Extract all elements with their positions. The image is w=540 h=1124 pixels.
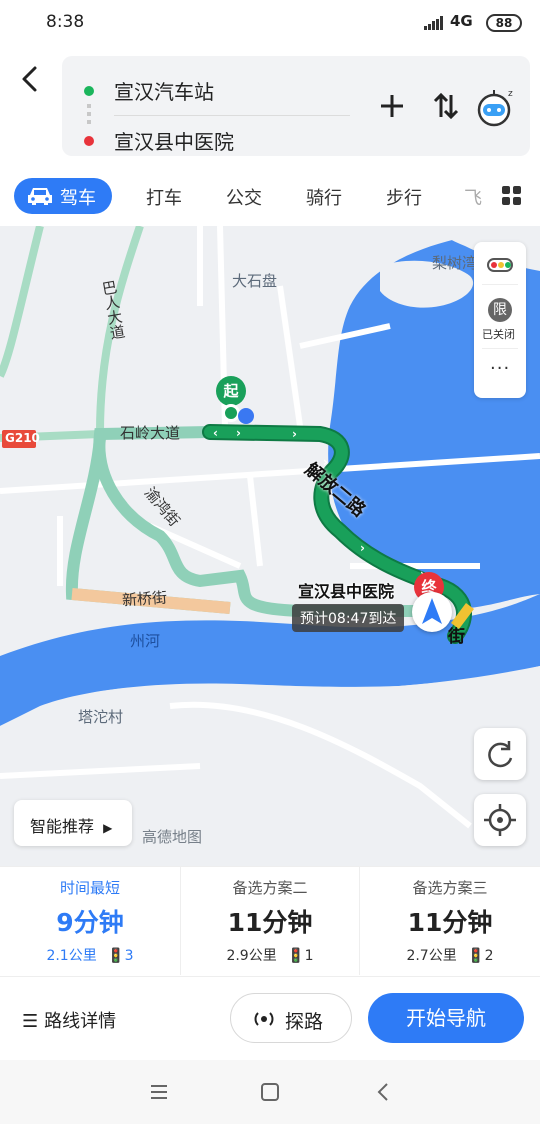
tab-drive-label: 驾车 bbox=[60, 188, 96, 209]
locate-icon bbox=[484, 804, 516, 836]
svg-text:‹: ‹ bbox=[213, 426, 218, 440]
river-label: 州河 bbox=[130, 632, 161, 650]
route-header: 宣汉汽车站 宣汉县中医院 z bbox=[0, 46, 540, 168]
route-dots bbox=[87, 104, 91, 126]
more-modes-grid-icon[interactable] bbox=[502, 186, 522, 206]
network-type: 4G bbox=[450, 12, 473, 30]
more-icon[interactable]: ··· bbox=[490, 358, 510, 379]
destination-input[interactable]: 宣汉县中医院 bbox=[114, 126, 234, 155]
svg-text:›: › bbox=[236, 426, 241, 440]
route-distance: 2.9公里 bbox=[226, 948, 277, 964]
system-nav-bar bbox=[0, 1060, 540, 1124]
route-tag: 时间最短 bbox=[59, 879, 120, 897]
highway-label: G210 bbox=[5, 431, 40, 445]
refresh-icon bbox=[488, 741, 513, 768]
road-label: 新桥街 bbox=[121, 588, 168, 610]
signal-icon bbox=[424, 16, 443, 30]
map-view[interactable]: ‹›› ››› 大石盘 梨树湾 州河 塔沱村 巴人大道 石岭大道 渝鸿街 新桥街… bbox=[0, 226, 540, 866]
route-option-2[interactable]: 备选方案二 11分钟 2.9公里 🚦1 bbox=[180, 867, 360, 975]
divider bbox=[114, 115, 350, 116]
tab-taxi[interactable]: 打车 bbox=[146, 184, 182, 210]
route-options: 时间最短 9分钟 2.1公里 🚦3 备选方案二 11分钟 2.9公里 🚦1 备选… bbox=[0, 866, 540, 976]
navigation-arrow-icon[interactable] bbox=[412, 592, 452, 632]
refresh-button[interactable] bbox=[474, 728, 526, 780]
route-meta: 2.7公里 🚦2 bbox=[360, 945, 540, 965]
tab-bus[interactable]: 公交 bbox=[226, 184, 262, 210]
route-tag: 备选方案二 bbox=[232, 879, 308, 897]
map-watermark: 高德地图 bbox=[142, 828, 203, 846]
route-meta: 2.1公里 🚦3 bbox=[0, 945, 180, 965]
eta-bubble: 预计08:47到达 bbox=[292, 604, 405, 632]
route-tag: 备选方案三 bbox=[412, 879, 488, 897]
route-distance: 2.7公里 bbox=[406, 948, 457, 964]
road-label: 石岭大道 bbox=[120, 424, 181, 442]
menu-icon[interactable] bbox=[150, 1084, 168, 1100]
add-waypoint-icon[interactable] bbox=[376, 90, 408, 122]
home-icon[interactable] bbox=[260, 1082, 280, 1102]
restriction-status: 已关闭 bbox=[482, 328, 515, 341]
tab-flight[interactable]: 飞 bbox=[464, 184, 482, 210]
place-label: 梨树湾 bbox=[432, 254, 478, 272]
explore-route-button[interactable]: 探路 bbox=[230, 993, 352, 1043]
route-time: 11分钟 bbox=[407, 908, 493, 937]
map-canvas: ‹›› ››› bbox=[0, 226, 540, 866]
triangle-right-icon: ▶ bbox=[103, 821, 113, 835]
start-marker[interactable]: 起 bbox=[216, 376, 246, 406]
destination-dot-icon bbox=[84, 136, 94, 146]
place-label: 塔沱村 bbox=[78, 708, 124, 726]
locate-button[interactable] bbox=[474, 794, 526, 846]
swap-icon[interactable] bbox=[430, 90, 462, 122]
list-icon: ☰ bbox=[22, 1011, 39, 1032]
back-icon[interactable] bbox=[14, 62, 48, 96]
current-location-dot-icon bbox=[238, 408, 254, 424]
bottom-actions: ☰ 路线详情 探路 开始导航 bbox=[0, 976, 540, 1060]
svg-text:z: z bbox=[508, 89, 513, 99]
route-details-button[interactable]: ☰ 路线详情 bbox=[22, 1007, 116, 1033]
start-navigation-button[interactable]: 开始导航 bbox=[368, 993, 524, 1043]
tab-bike[interactable]: 骑行 bbox=[306, 184, 342, 210]
explore-label: 探路 bbox=[285, 1011, 324, 1033]
status-time: 8:38 bbox=[46, 12, 85, 32]
restriction-icon[interactable]: 限 bbox=[488, 298, 512, 322]
route-distance: 2.1公里 bbox=[46, 948, 97, 964]
status-bar: 8:38 4G 88 bbox=[0, 0, 540, 46]
origin-dot-icon bbox=[84, 86, 94, 96]
route-option-3[interactable]: 备选方案三 11分钟 2.7公里 🚦2 bbox=[360, 867, 540, 975]
map-control-panel: 限 已关闭 ··· bbox=[474, 242, 526, 398]
traffic-light-icon: 🚦 bbox=[467, 948, 485, 964]
route-input-card: 宣汉汽车站 宣汉县中医院 z bbox=[62, 56, 530, 156]
smart-recommend-button[interactable]: 智能推荐 ▶ bbox=[14, 800, 132, 846]
route-details-label: 路线详情 bbox=[44, 1011, 117, 1032]
route-lights: 1 bbox=[304, 948, 314, 964]
svg-text:›: › bbox=[292, 427, 297, 441]
route-option-1[interactable]: 时间最短 9分钟 2.1公里 🚦3 bbox=[0, 867, 180, 975]
travel-mode-tabs: 驾车 打车 公交 骑行 步行 飞 bbox=[0, 168, 540, 224]
car-icon bbox=[28, 188, 52, 205]
tab-walk[interactable]: 步行 bbox=[386, 184, 422, 210]
route-meta: 2.9公里 🚦1 bbox=[180, 945, 360, 965]
tab-drive[interactable]: 驾车 bbox=[14, 178, 112, 214]
route-lights: 3 bbox=[124, 948, 134, 964]
route-time: 11分钟 bbox=[227, 908, 313, 937]
back-nav-icon[interactable] bbox=[376, 1082, 390, 1102]
origin-input[interactable]: 宣汉汽车站 bbox=[114, 76, 214, 105]
destination-map-label: 宣汉县中医院 bbox=[298, 582, 395, 601]
battery-icon: 88 bbox=[486, 14, 522, 32]
traffic-light-icon: 🚦 bbox=[107, 948, 125, 964]
traffic-icon[interactable] bbox=[487, 258, 513, 272]
assistant-robot-icon[interactable]: z bbox=[474, 84, 518, 128]
svg-text:›: › bbox=[360, 541, 365, 555]
route-time: 9分钟 bbox=[56, 908, 124, 937]
explore-icon bbox=[254, 1012, 274, 1026]
route-lights: 2 bbox=[484, 948, 494, 964]
traffic-light-icon: 🚦 bbox=[287, 948, 305, 964]
smart-recommend-label: 智能推荐 bbox=[30, 817, 95, 836]
place-label: 大石盘 bbox=[232, 272, 278, 290]
